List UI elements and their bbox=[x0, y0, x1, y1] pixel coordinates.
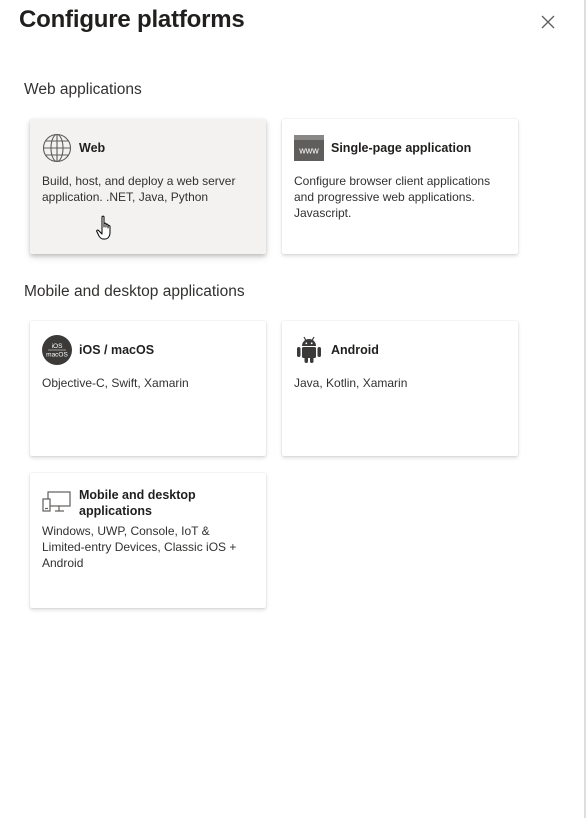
www-icon-text: www bbox=[298, 146, 319, 156]
card-title: Android bbox=[331, 343, 379, 357]
card-description: Windows, UWP, Console, IoT & Limited-ent… bbox=[42, 524, 237, 570]
platform-card-web[interactable]: Web Build, host, and deploy a web server… bbox=[30, 119, 266, 254]
apple-icon-text-ios: iOS bbox=[52, 343, 64, 350]
card-description: Objective-C, Swift, Xamarin bbox=[42, 376, 189, 390]
section-label-web: Web applications bbox=[24, 81, 142, 98]
android-icon bbox=[294, 335, 324, 365]
platform-card-ios-macos[interactable]: iOS macOS iOS / macOS Objective-C, Swift… bbox=[30, 321, 266, 456]
card-title: iOS / macOS bbox=[79, 343, 155, 357]
hand-pointer-cursor-icon bbox=[96, 215, 111, 240]
desktop-icon bbox=[42, 487, 72, 517]
panel-title: Configure platforms bbox=[19, 6, 245, 33]
platform-card-spa[interactable]: www Single-page application Configure br… bbox=[282, 119, 518, 254]
card-description: Configure browser client applications an… bbox=[294, 174, 491, 220]
card-title: Single-page application bbox=[331, 141, 472, 155]
platform-card-mobile-desktop[interactable]: Mobile and desktop applications Windows,… bbox=[30, 473, 266, 608]
platform-card-android[interactable]: Android Java, Kotlin, Xamarin bbox=[282, 321, 518, 456]
close-icon bbox=[541, 15, 555, 29]
card-title: Web bbox=[79, 141, 106, 155]
apple-icon: iOS macOS bbox=[42, 335, 72, 365]
www-icon: www bbox=[294, 133, 324, 163]
globe-icon bbox=[42, 133, 72, 163]
section-label-mobile-desktop: Mobile and desktop applications bbox=[24, 283, 245, 300]
apple-icon-text-macos: macOS bbox=[46, 352, 68, 359]
card-description: Build, host, and deploy a web server app… bbox=[42, 174, 236, 204]
close-button[interactable] bbox=[536, 10, 560, 34]
configure-platforms-panel: Configure platforms Web applications Web… bbox=[0, 0, 584, 818]
card-description: Java, Kotlin, Xamarin bbox=[294, 376, 408, 390]
card-title: Mobile and desktop applications bbox=[79, 488, 196, 518]
